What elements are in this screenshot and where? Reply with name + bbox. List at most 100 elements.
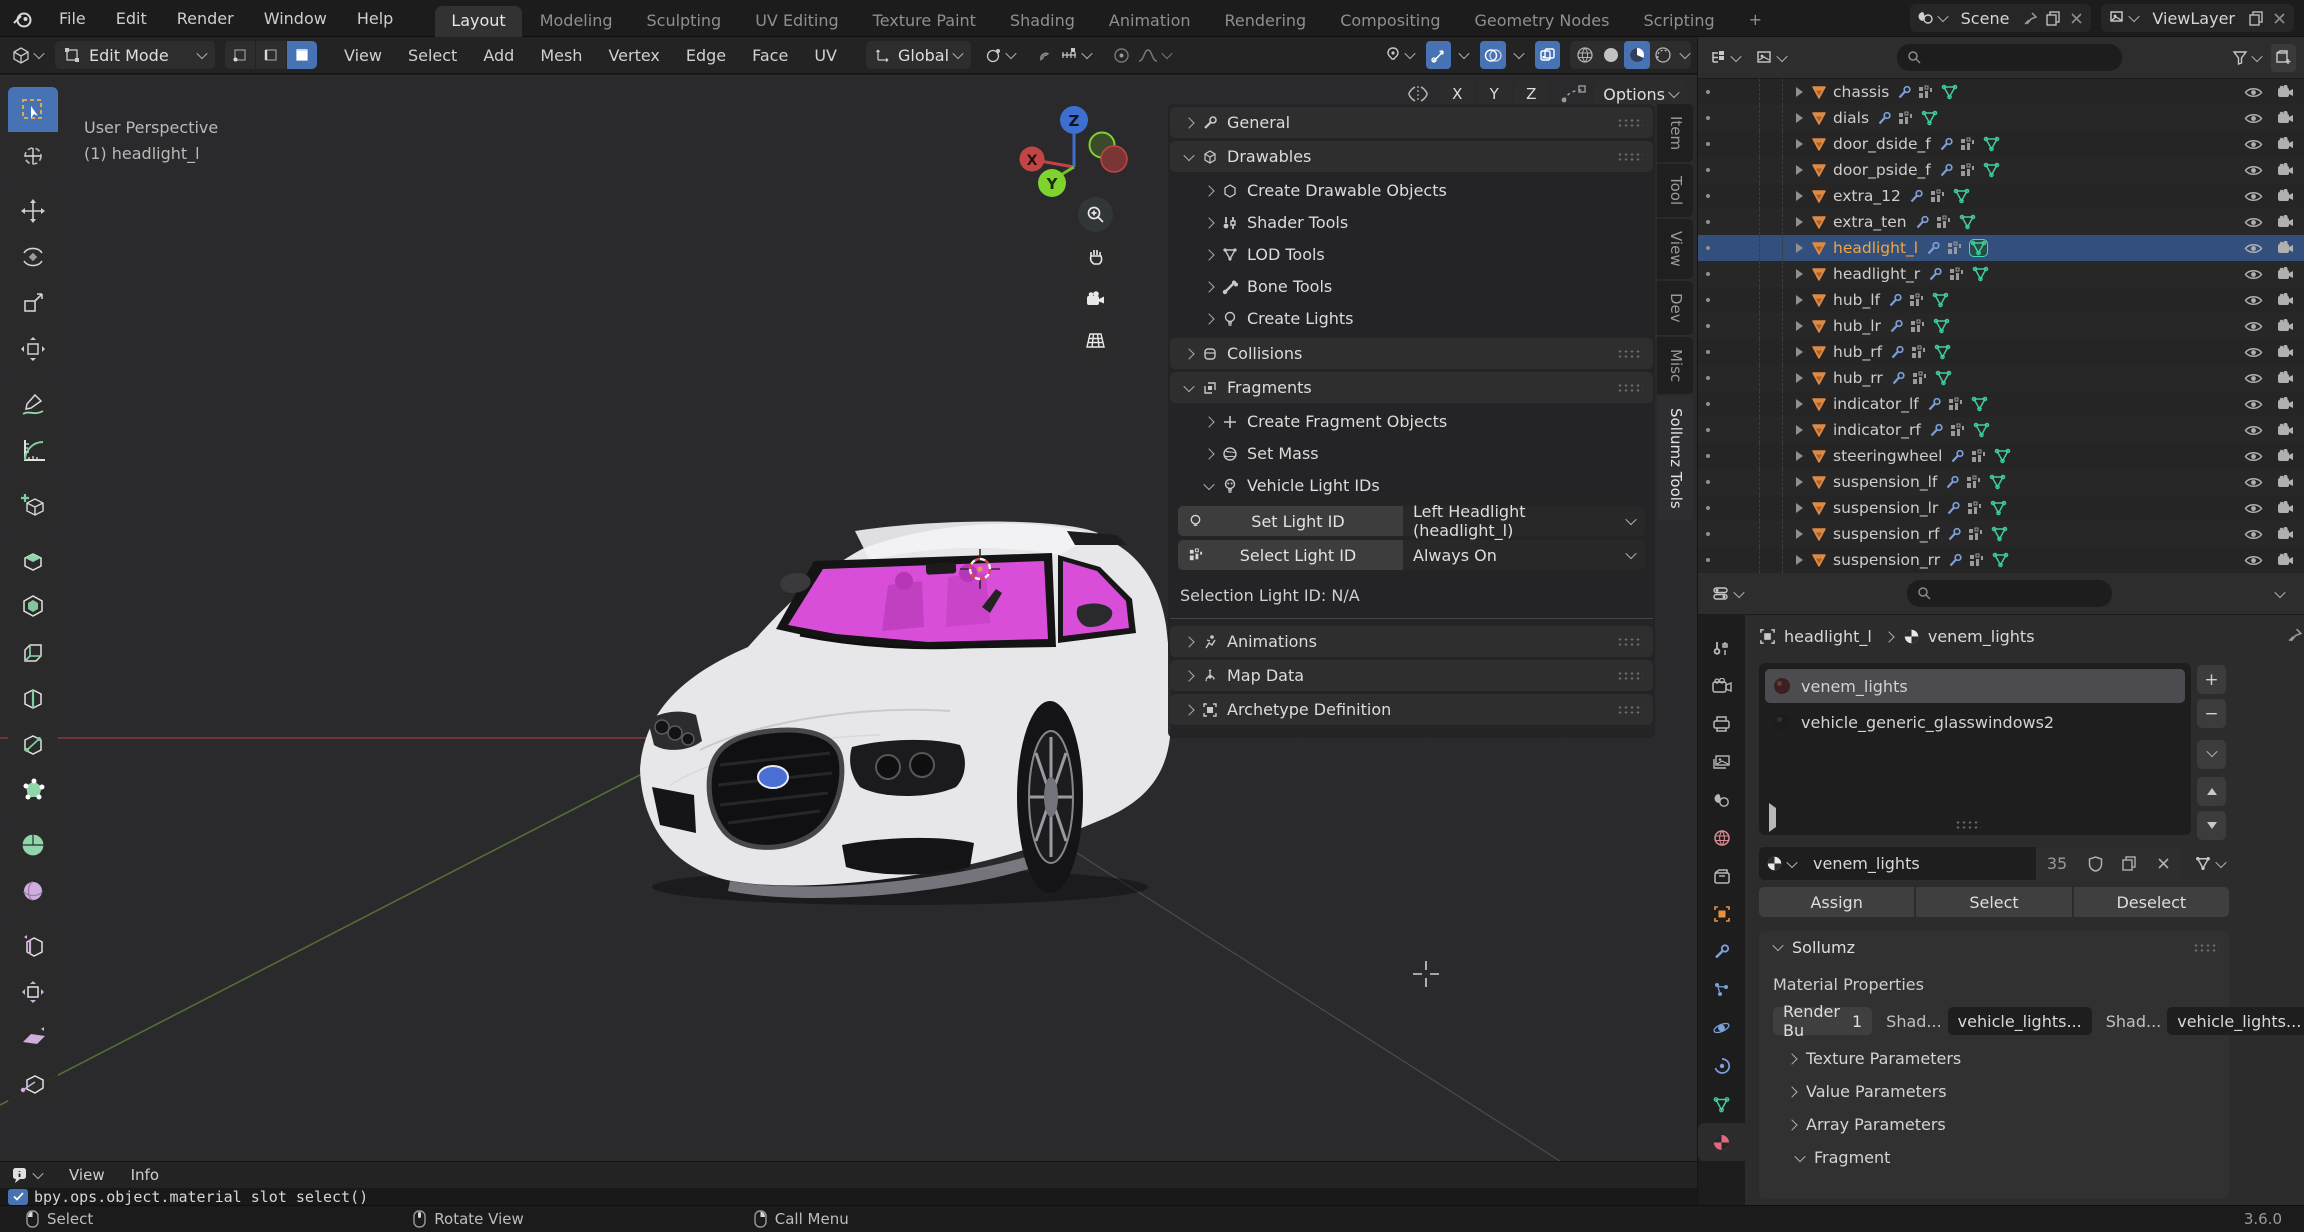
value-parameters-header[interactable]: Value Parameters bbox=[1783, 1082, 1947, 1101]
workspace-tab[interactable]: Rendering bbox=[1209, 6, 1323, 37]
tab-object-data[interactable] bbox=[1698, 1085, 1745, 1123]
panel-grip[interactable] bbox=[1617, 671, 1643, 680]
menu-item[interactable]: File bbox=[44, 9, 101, 28]
slot-specials-button[interactable] bbox=[2197, 740, 2226, 769]
browse-material-button[interactable] bbox=[1759, 847, 1803, 880]
expand-arrow-icon[interactable] bbox=[1796, 113, 1803, 123]
info-log-row[interactable]: bpy.ops.object.material_slot_select() bbox=[0, 1188, 1697, 1205]
disable-render-camera-icon[interactable] bbox=[2277, 111, 2294, 125]
object-name[interactable]: chassis bbox=[1833, 83, 1889, 101]
workspace-tab[interactable]: Animation bbox=[1093, 6, 1207, 37]
tool-loop-cut[interactable] bbox=[8, 675, 58, 720]
object-name[interactable]: hub_rf bbox=[1833, 343, 1882, 361]
tab-constraints[interactable] bbox=[1698, 1047, 1745, 1085]
expand-arrow-icon[interactable] bbox=[1796, 477, 1803, 487]
menu-item[interactable]: View bbox=[331, 46, 395, 65]
users-count-button[interactable]: 35 bbox=[2036, 847, 2078, 880]
panel-grip[interactable] bbox=[1617, 637, 1643, 646]
expand-arrow-icon[interactable] bbox=[1796, 399, 1803, 409]
viewlayer-selector[interactable]: ViewLayer bbox=[2101, 4, 2294, 32]
outliner-row[interactable]: indicator_rf bbox=[1698, 417, 2304, 443]
panel-sollumz-header[interactable]: Sollumz bbox=[1759, 931, 2229, 963]
outliner-row[interactable]: extra_ten bbox=[1698, 209, 2304, 235]
tab-physics[interactable] bbox=[1698, 1009, 1745, 1047]
disable-render-camera-icon[interactable] bbox=[2277, 371, 2294, 385]
xray-toggle[interactable] bbox=[1535, 41, 1560, 69]
menu-item[interactable]: Mesh bbox=[527, 46, 595, 65]
assign-button[interactable]: Assign bbox=[1759, 887, 1914, 917]
camera-view-button[interactable] bbox=[1078, 281, 1113, 316]
menu-item[interactable]: Edge bbox=[673, 46, 739, 65]
tool-knife[interactable] bbox=[8, 721, 58, 766]
copy-icon[interactable] bbox=[2249, 11, 2264, 26]
tool-scale[interactable] bbox=[8, 280, 58, 325]
object-name[interactable]: steeringwheel bbox=[1833, 447, 1942, 465]
falloff-dropdown[interactable] bbox=[1134, 41, 1175, 69]
outliner-row[interactable]: dials bbox=[1698, 105, 2304, 131]
material-slot[interactable]: venem_lights bbox=[1765, 669, 2185, 703]
expand-arrow-icon[interactable] bbox=[1796, 347, 1803, 357]
editor-type-button[interactable] bbox=[8, 41, 47, 69]
panel-grip[interactable] bbox=[1617, 705, 1643, 714]
edge-select-button[interactable] bbox=[256, 41, 286, 69]
object-name[interactable]: suspension_rf bbox=[1833, 525, 1939, 543]
object-name[interactable]: hub_lf bbox=[1833, 291, 1880, 309]
workspace-tab[interactable]: Texture Paint bbox=[857, 6, 992, 37]
tool-extrude-region[interactable] bbox=[8, 537, 58, 582]
gizmo-dropdown[interactable] bbox=[1451, 41, 1472, 69]
expand-arrow-icon[interactable] bbox=[1796, 217, 1803, 227]
tool-shrink-fatten[interactable] bbox=[8, 969, 58, 1014]
outliner-search-input[interactable] bbox=[1897, 44, 2122, 71]
move-slot-down-button[interactable] bbox=[2197, 811, 2226, 840]
disable-render-camera-icon[interactable] bbox=[2277, 553, 2294, 567]
panel-animations[interactable]: Animations bbox=[1170, 626, 1653, 657]
panel-grip[interactable] bbox=[1617, 383, 1643, 392]
outliner-row[interactable]: hub_rf bbox=[1698, 339, 2304, 365]
close-icon[interactable] bbox=[2070, 12, 2083, 25]
panel-grip[interactable] bbox=[2193, 943, 2219, 952]
filter-dropdown[interactable] bbox=[2228, 44, 2265, 72]
zoom-button[interactable] bbox=[1078, 197, 1113, 232]
breadcrumb-object[interactable]: headlight_l bbox=[1784, 627, 1872, 646]
menu-item[interactable]: Face bbox=[739, 46, 801, 65]
editor-type-button[interactable] bbox=[1706, 44, 1744, 72]
tool-move[interactable] bbox=[8, 188, 58, 233]
workspace-tab[interactable]: UV Editing bbox=[739, 6, 854, 37]
panel-create-lights[interactable]: Create Lights bbox=[1168, 303, 1655, 334]
tab-scene[interactable] bbox=[1698, 781, 1745, 819]
expand-arrow-icon[interactable] bbox=[1796, 529, 1803, 539]
panel-fragments[interactable]: Fragments bbox=[1170, 372, 1653, 403]
expand-arrow-icon[interactable] bbox=[1796, 373, 1803, 383]
sidebar-tab[interactable]: Item bbox=[1657, 104, 1693, 162]
tab-render[interactable] bbox=[1698, 667, 1745, 705]
tab-collection[interactable] bbox=[1698, 857, 1745, 895]
hide-eye-icon[interactable] bbox=[2244, 294, 2263, 307]
material-preview-button[interactable] bbox=[1624, 41, 1650, 69]
panel-map-data[interactable]: Map Data bbox=[1170, 660, 1653, 691]
transform-orientation-dropdown[interactable]: Global bbox=[866, 41, 971, 69]
set-light-id-dropdown[interactable]: Left Headlight (headlight_l) bbox=[1403, 506, 1645, 536]
object-name[interactable]: door_dside_f bbox=[1833, 135, 1931, 153]
new-collection-button[interactable] bbox=[2271, 44, 2296, 72]
rendered-shading-button[interactable] bbox=[1650, 41, 1676, 69]
disable-render-camera-icon[interactable] bbox=[2277, 215, 2294, 229]
tab-world[interactable] bbox=[1698, 819, 1745, 857]
outliner-row[interactable]: door_dside_f bbox=[1698, 131, 2304, 157]
visibility-dropdown[interactable] bbox=[1381, 41, 1418, 69]
pin-icon[interactable] bbox=[2023, 11, 2038, 26]
outliner-row[interactable]: chassis bbox=[1698, 79, 2304, 105]
sidebar-tab[interactable]: Misc bbox=[1657, 337, 1693, 394]
hide-eye-icon[interactable] bbox=[2244, 424, 2263, 437]
viewlayer-name[interactable]: ViewLayer bbox=[2138, 9, 2249, 28]
sidebar-tab[interactable]: Tool bbox=[1657, 164, 1693, 217]
hide-eye-icon[interactable] bbox=[2244, 346, 2263, 359]
mode-dropdown[interactable]: Edit Mode bbox=[55, 41, 215, 69]
outliner-row[interactable]: suspension_rr bbox=[1698, 547, 2304, 573]
hide-eye-icon[interactable] bbox=[2244, 190, 2263, 203]
expand-arrow-icon[interactable] bbox=[1796, 191, 1803, 201]
hide-eye-icon[interactable] bbox=[2244, 216, 2263, 229]
object-name[interactable]: extra_ten bbox=[1833, 213, 1907, 231]
workspace-tab[interactable]: Geometry Nodes bbox=[1459, 6, 1626, 37]
snap-toggle[interactable] bbox=[1031, 41, 1056, 69]
disable-render-camera-icon[interactable] bbox=[2277, 345, 2294, 359]
